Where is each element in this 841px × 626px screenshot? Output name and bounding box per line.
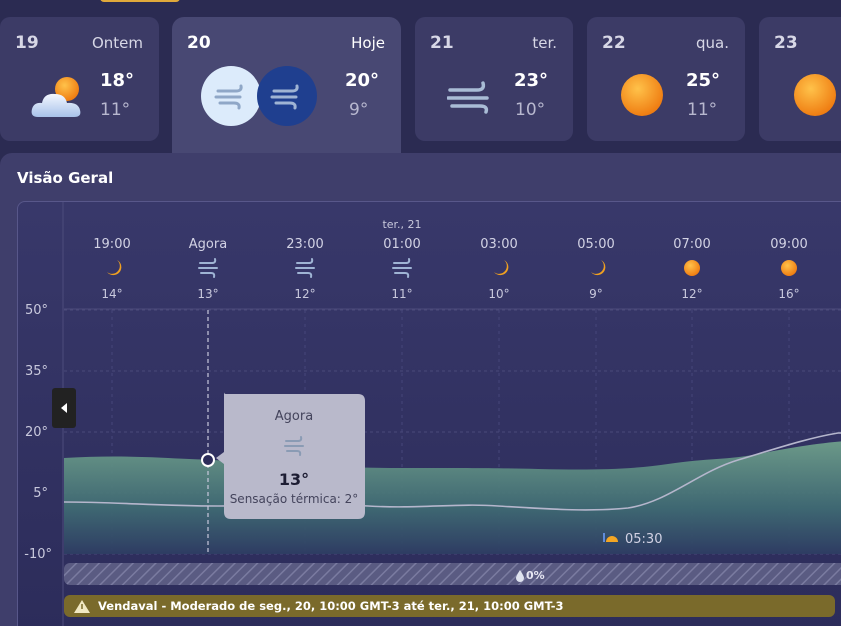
hour-temp: 13° [197, 287, 218, 301]
temperature-area [64, 441, 841, 554]
day-card-21[interactable]: 21 ter. 23° 10° [415, 17, 573, 141]
selected-indicator [100, 0, 180, 2]
day-name: ter. [532, 34, 557, 52]
low-temp: 11° [687, 100, 718, 120]
hour-time: 19:00 [93, 237, 130, 252]
wind-icon [295, 258, 315, 278]
moon-icon [591, 260, 606, 276]
tooltip-title: Agora [275, 409, 313, 424]
high-temp: 18° [100, 70, 135, 91]
hour-column-2: 23:00 12° [286, 237, 323, 301]
hour-column-3: 01:00 11° [383, 237, 420, 301]
scroll-left-button[interactable] [52, 388, 76, 428]
day-number: 20 [187, 33, 211, 53]
sunrise-time: 05:30 [625, 532, 662, 547]
hour-temp: 10° [488, 287, 509, 301]
hour-column-7: 09:00 16° [770, 237, 807, 301]
y-tick: -10° [24, 547, 52, 562]
moon-icon [107, 260, 122, 276]
wind-icon [198, 258, 218, 278]
overview-panel: Visão Geral 50° 35° 20° 5° -10° ter., 21… [0, 153, 841, 626]
alert-text: Vendaval - Moderado de seg., 20, 10:00 G… [98, 599, 564, 613]
high-temp: 20° [345, 70, 380, 91]
y-tick: 35° [25, 364, 48, 379]
high-temp: 25° [686, 70, 721, 91]
tooltip-feels-like: Sensação térmica: 2° [230, 492, 359, 506]
day-number: 21 [430, 33, 454, 53]
moon-icon [494, 260, 509, 276]
day-number: 22 [602, 33, 626, 53]
low-temp: 10° [515, 100, 546, 120]
day-card-19[interactable]: 19 Ontem 18° 11° [0, 17, 159, 141]
hour-column-1: Agora 13° [189, 237, 227, 301]
day-number: 19 [15, 33, 39, 53]
hour-temp: 14° [101, 287, 122, 301]
precipitation-value: 0% [526, 569, 545, 582]
overview-title: Visão Geral [17, 169, 114, 187]
hour-time: 01:00 [383, 237, 420, 252]
day-name: Hoje [351, 34, 385, 52]
tooltip-temp: 13° [279, 470, 309, 489]
hour-time: 07:00 [673, 237, 710, 252]
day-card-22[interactable]: 22 qua. 25° 11° [587, 17, 745, 141]
y-tick: 5° [33, 486, 48, 501]
day-card-23[interactable]: 23 [759, 17, 841, 141]
wind-icon [392, 258, 412, 278]
high-temp: 23° [514, 70, 549, 91]
now-tooltip: Agora 13° Sensação térmica: 2° [216, 392, 365, 519]
day-card-20[interactable]: 20 Hoje 20° 9° [172, 17, 401, 157]
y-tick: 20° [25, 425, 48, 440]
day-name: qua. [696, 34, 729, 52]
precipitation-bar [64, 563, 841, 585]
hourly-chart: 50° 35° 20° 5° -10° ter., 21 19:00 14° A… [17, 201, 841, 626]
low-temp: 11° [100, 100, 131, 120]
sun-icon [621, 74, 663, 116]
hour-temp: 12° [294, 287, 315, 301]
hour-temp: 16° [778, 287, 799, 301]
hour-temp: 12° [681, 287, 702, 301]
wind-icon [447, 81, 489, 114]
hour-time: 23:00 [286, 237, 323, 252]
date-marker: ter., 21 [382, 218, 421, 231]
hour-time: 09:00 [770, 237, 807, 252]
hour-time: 03:00 [480, 237, 517, 252]
now-point[interactable] [201, 453, 215, 467]
hour-column-4: 03:00 10° [480, 237, 517, 301]
partly-cloudy-icon [31, 77, 81, 117]
hour-time: Agora [189, 237, 227, 252]
y-tick: 50° [25, 303, 48, 318]
low-temp: 9° [349, 100, 369, 120]
hour-column-0: 19:00 14° [93, 237, 130, 301]
wind-icon [201, 66, 317, 126]
day-number: 23 [774, 33, 798, 53]
sun-icon [684, 260, 700, 276]
sun-icon [781, 260, 797, 276]
sun-icon [794, 74, 836, 116]
hour-time: 05:00 [577, 237, 614, 252]
hour-column-6: 07:00 12° [673, 237, 710, 301]
hour-column-5: 05:00 9° [577, 237, 614, 301]
chevron-left-icon [61, 403, 67, 413]
day-name: Ontem [91, 34, 143, 52]
hour-temp: 9° [589, 287, 603, 301]
hour-temp: 11° [391, 287, 412, 301]
